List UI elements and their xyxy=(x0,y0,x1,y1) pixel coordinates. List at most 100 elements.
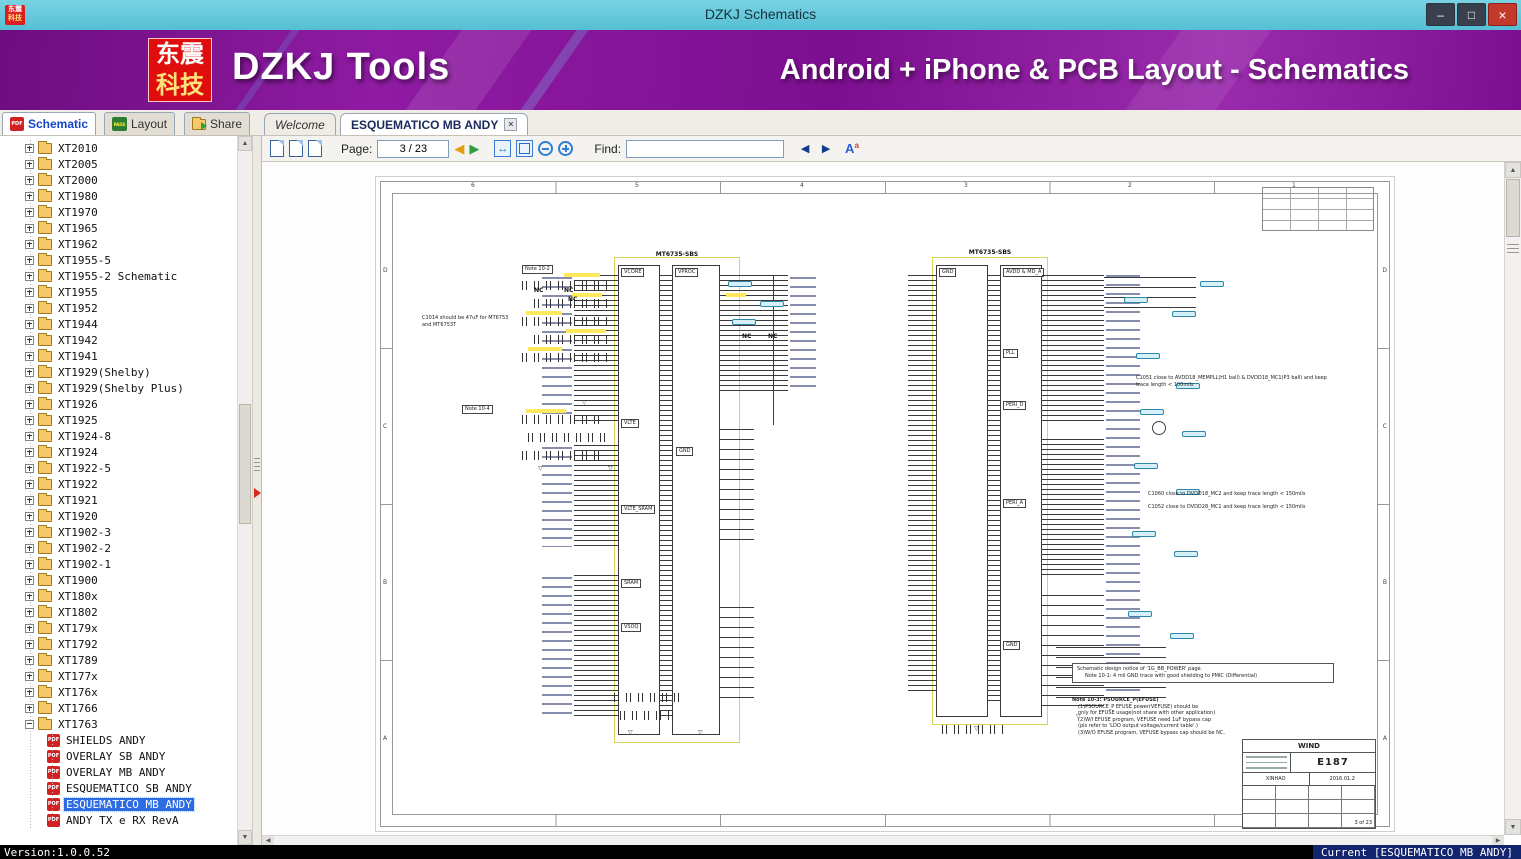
expand-icon[interactable] xyxy=(25,399,34,409)
expand-icon[interactable] xyxy=(25,367,34,377)
tree-folder-item[interactable]: XT1766 xyxy=(0,700,237,716)
tree-file-item[interactable]: SHIELDS ANDY xyxy=(0,732,237,748)
fit-page-icon[interactable] xyxy=(516,140,534,157)
expand-icon[interactable] xyxy=(25,319,34,329)
viewer-horizontal-scrollbar[interactable] xyxy=(262,835,1504,845)
tree-folder-item[interactable]: XT1925 xyxy=(0,412,237,428)
tree-folder-item[interactable]: XT176x xyxy=(0,684,237,700)
tree-folder-item[interactable]: XT1921 xyxy=(0,492,237,508)
split-view-grip[interactable] xyxy=(1507,244,1519,256)
tree-folder-item[interactable]: XT1965 xyxy=(0,220,237,236)
tree-folder-item[interactable]: XT1902-2 xyxy=(0,540,237,556)
expand-icon[interactable] xyxy=(25,175,34,185)
expand-icon[interactable] xyxy=(25,687,34,697)
tree-file-item[interactable]: ANDY TX e RX RevA xyxy=(0,812,237,828)
expand-icon[interactable] xyxy=(25,495,34,505)
sidebar-splitter[interactable] xyxy=(252,136,262,845)
tab-schematic[interactable]: Schematic xyxy=(2,112,97,135)
scroll-down-icon[interactable] xyxy=(1505,819,1521,835)
tree-folder-item[interactable]: XT1792 xyxy=(0,636,237,652)
tree-folder-item[interactable]: XT1929(Shelby Plus) xyxy=(0,380,237,396)
previous-page-button[interactable] xyxy=(454,142,464,155)
expand-icon[interactable] xyxy=(25,287,34,297)
single-page-icon[interactable] xyxy=(270,140,284,157)
scrollbar-thumb[interactable] xyxy=(1506,179,1520,237)
find-next-icon[interactable] xyxy=(818,141,834,157)
tree-folder-item-expanded[interactable]: XT1763 xyxy=(0,716,237,732)
tree-file-item[interactable]: OVERLAY SB ANDY xyxy=(0,748,237,764)
expand-icon[interactable] xyxy=(25,511,34,521)
scroll-up-icon[interactable] xyxy=(238,136,252,151)
expand-icon[interactable] xyxy=(25,463,34,473)
expand-icon[interactable] xyxy=(25,223,34,233)
minimize-button[interactable] xyxy=(1426,3,1455,26)
find-previous-icon[interactable] xyxy=(797,141,813,157)
expand-icon[interactable] xyxy=(25,207,34,217)
expand-icon[interactable] xyxy=(25,239,34,249)
expand-icon[interactable] xyxy=(25,527,34,537)
scrollbar-thumb[interactable] xyxy=(239,404,251,524)
tab-layout[interactable]: Layout xyxy=(104,112,176,135)
tab-welcome[interactable]: Welcome xyxy=(264,113,336,135)
tree-folder-item[interactable]: XT1929(Shelby) xyxy=(0,364,237,380)
scroll-down-icon[interactable] xyxy=(238,830,252,845)
zoom-in-button[interactable] xyxy=(558,141,574,156)
page-input[interactable] xyxy=(377,139,450,158)
expand-icon[interactable] xyxy=(25,351,34,361)
expand-icon[interactable] xyxy=(25,191,34,201)
close-tab-icon[interactable] xyxy=(504,118,518,131)
snapshot-page-icon[interactable] xyxy=(308,140,322,157)
expand-icon[interactable] xyxy=(25,671,34,681)
tree-folder-item[interactable]: XT177x xyxy=(0,668,237,684)
expand-icon[interactable] xyxy=(25,447,34,457)
expand-icon[interactable] xyxy=(25,575,34,585)
expand-icon[interactable] xyxy=(25,639,34,649)
tree-folder-item[interactable]: XT1955 xyxy=(0,284,237,300)
scroll-up-icon[interactable] xyxy=(1505,162,1521,178)
sidebar-scrollbar[interactable] xyxy=(237,136,252,845)
tree-folder-item[interactable]: XT1900 xyxy=(0,572,237,588)
font-size-icon[interactable] xyxy=(845,141,859,156)
tree-folder-item[interactable]: XT1924-8 xyxy=(0,428,237,444)
tree-file-item[interactable]: ESQUEMATICO MB ANDY xyxy=(0,796,237,812)
tree-folder-item[interactable]: XT1970 xyxy=(0,204,237,220)
expand-icon[interactable] xyxy=(25,271,34,281)
tree-folder-item[interactable]: XT1952 xyxy=(0,300,237,316)
expand-icon[interactable] xyxy=(25,591,34,601)
fit-width-icon[interactable] xyxy=(494,140,512,157)
tree-folder-item[interactable]: XT1922 xyxy=(0,476,237,492)
tree-folder-item[interactable]: XT1944 xyxy=(0,316,237,332)
expand-icon[interactable] xyxy=(25,335,34,345)
next-page-button[interactable] xyxy=(469,142,479,155)
copy-page-icon[interactable] xyxy=(289,140,303,157)
expand-icon[interactable] xyxy=(25,479,34,489)
tree-folder-item[interactable]: XT1962 xyxy=(0,236,237,252)
expand-icon[interactable] xyxy=(25,383,34,393)
expand-icon[interactable] xyxy=(25,431,34,441)
tree-folder-item[interactable]: XT1922-5 xyxy=(0,460,237,476)
scroll-right-icon[interactable] xyxy=(1492,836,1504,845)
tree-file-item[interactable]: OVERLAY MB ANDY xyxy=(0,764,237,780)
tree-folder-item[interactable]: XT1789 xyxy=(0,652,237,668)
scroll-left-icon[interactable] xyxy=(262,836,274,845)
tree-folder-item[interactable]: XT2010 xyxy=(0,140,237,156)
tree-folder-item[interactable]: XT179x xyxy=(0,620,237,636)
tree-folder-item[interactable]: XT1980 xyxy=(0,188,237,204)
tab-share[interactable]: Share xyxy=(184,112,251,135)
tree-folder-item[interactable]: XT1955-2 Schematic xyxy=(0,268,237,284)
viewer-vertical-scrollbar[interactable] xyxy=(1504,162,1521,835)
tree-folder-item[interactable]: XT1942 xyxy=(0,332,237,348)
expand-icon[interactable] xyxy=(25,623,34,633)
expand-icon[interactable] xyxy=(25,415,34,425)
tree-folder-item[interactable]: XT1920 xyxy=(0,508,237,524)
tree-folder-item[interactable]: XT2005 xyxy=(0,156,237,172)
schematic-viewer[interactable]: 6 5 4 3 2 1 D C B A D C B A MT6735-SBS V… xyxy=(262,162,1504,835)
splitter-grip[interactable] xyxy=(254,458,260,474)
find-input[interactable] xyxy=(626,139,785,158)
close-button[interactable] xyxy=(1488,3,1517,26)
tree-folder-item[interactable]: XT180x xyxy=(0,588,237,604)
tree-folder-item[interactable]: XT1924 xyxy=(0,444,237,460)
tree-folder-item[interactable]: XT1902-3 xyxy=(0,524,237,540)
expand-icon[interactable] xyxy=(25,255,34,265)
tree-folder-item[interactable]: XT1802 xyxy=(0,604,237,620)
